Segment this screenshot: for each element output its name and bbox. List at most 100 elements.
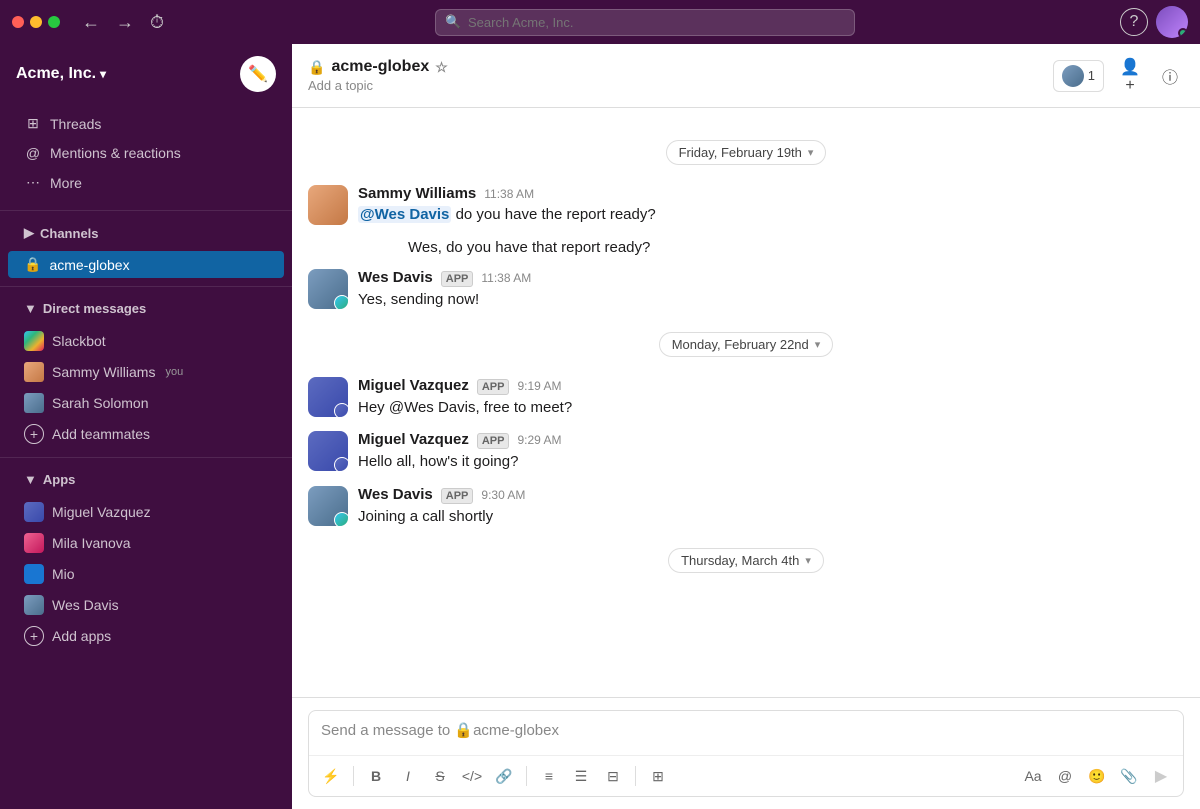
- members-button[interactable]: 1: [1053, 60, 1104, 92]
- close-dot[interactable]: [12, 16, 24, 28]
- sidebar-channel-acme-globex[interactable]: 🔒 acme-globex: [8, 251, 284, 278]
- threads-icon: ⊞: [24, 115, 42, 132]
- lightning-button[interactable]: ⚡: [317, 762, 345, 790]
- mention-button[interactable]: @: [1051, 762, 1079, 790]
- sidebar-divider-3: [0, 457, 292, 458]
- search-input[interactable]: [435, 9, 855, 36]
- message-group-wes2: Wes Davis APP 9:30 AM Joining a call sho…: [292, 482, 1200, 533]
- titlebar: ← → ⏱ 🔍 ?: [0, 0, 1200, 44]
- minimize-dot[interactable]: [30, 16, 42, 28]
- toolbar-divider-3: [635, 766, 636, 786]
- workspace-name[interactable]: Acme, Inc. ▾: [16, 65, 106, 83]
- compose-button[interactable]: ✏️: [240, 56, 276, 92]
- message-group-miguel2: Miguel Vazquez APP 9:29 AM Hello all, ho…: [292, 427, 1200, 478]
- channels-chevron-icon: ▶: [24, 225, 34, 241]
- msg-time-2: 11:38 AM: [481, 271, 531, 285]
- channel-lock-icon: 🔒: [308, 59, 325, 76]
- dm-section[interactable]: ▼ Direct messages: [8, 295, 284, 322]
- text-size-button[interactable]: Aa: [1019, 762, 1047, 790]
- channel-star-icon[interactable]: ☆: [435, 59, 448, 76]
- channel-name-wrap: 🔒 acme-globex ☆ Add a topic: [308, 58, 1045, 93]
- msg-text-1: @Wes Davis do you have the report ready?: [358, 204, 1184, 227]
- date-pill-friday[interactable]: Friday, February 19th ▾: [666, 140, 827, 165]
- mentions-icon: @: [24, 145, 42, 161]
- strikethrough-button[interactable]: S: [426, 762, 454, 790]
- message-group-miguel1: Miguel Vazquez APP 9:19 AM Hey @Wes Davi…: [292, 373, 1200, 424]
- msg-sender-wes1[interactable]: Wes Davis: [358, 269, 433, 286]
- forward-button[interactable]: →: [110, 8, 140, 37]
- msg-sender-miguel1[interactable]: Miguel Vazquez: [358, 377, 469, 394]
- sammy-avatar: [24, 362, 44, 382]
- app-mila[interactable]: Mila Ivanova: [8, 528, 284, 558]
- workspace-chevron-icon: ▾: [100, 67, 106, 81]
- date-divider-monday: Monday, February 22nd ▾: [292, 332, 1200, 357]
- dm-sammy[interactable]: Sammy Williams you: [8, 357, 284, 387]
- message-input[interactable]: Send a message to 🔒acme-globex: [309, 711, 1183, 755]
- toolbar-divider-2: [526, 766, 527, 786]
- channel-topic[interactable]: Add a topic: [308, 78, 1045, 93]
- sidebar-item-more[interactable]: ⋯ More: [8, 168, 284, 197]
- dm-sarah[interactable]: Sarah Solomon: [8, 388, 284, 418]
- msg-content-sammy1: Sammy Williams 11:38 AM @Wes Davis do yo…: [358, 185, 1184, 227]
- history-button[interactable]: ⏱: [144, 8, 170, 37]
- italic-button[interactable]: I: [394, 762, 422, 790]
- add-apps-item[interactable]: + Add apps: [8, 621, 284, 651]
- help-button[interactable]: ?: [1120, 8, 1148, 36]
- online-status: [1178, 28, 1188, 38]
- msg-header-miguel2: Miguel Vazquez APP 9:29 AM: [358, 431, 1184, 449]
- bold-button[interactable]: B: [362, 762, 390, 790]
- date-divider-thursday: Thursday, March 4th ▾: [292, 548, 1200, 573]
- blockquote-button[interactable]: ⊟: [599, 762, 627, 790]
- window-controls: [12, 16, 60, 28]
- member-count: 1: [1088, 68, 1095, 83]
- maximize-dot[interactable]: [48, 16, 60, 28]
- date-divider-friday: Friday, February 19th ▾: [292, 140, 1200, 165]
- msg-content-miguel2: Miguel Vazquez APP 9:29 AM Hello all, ho…: [358, 431, 1184, 474]
- app-wes[interactable]: Wes Davis: [8, 590, 284, 620]
- back-button[interactable]: ←: [76, 8, 106, 37]
- apps-section[interactable]: ▼ Apps: [8, 466, 284, 493]
- info-button[interactable]: ⓘ: [1156, 62, 1184, 90]
- sidebar-item-mentions[interactable]: @ Mentions & reactions: [8, 139, 284, 167]
- unordered-list-button[interactable]: ☰: [567, 762, 595, 790]
- message-group-wes1: Wes Davis APP 11:38 AM Yes, sending now!: [292, 265, 1200, 316]
- attachment-button[interactable]: 📎: [1115, 762, 1143, 790]
- dm-slackbot[interactable]: Slackbot: [8, 326, 284, 356]
- miguel-msg-avatar1: [308, 377, 348, 417]
- channels-section[interactable]: ▶ Channels: [8, 219, 284, 247]
- user-avatar[interactable]: [1156, 6, 1188, 38]
- search-icon: 🔍: [445, 14, 461, 30]
- code-button[interactable]: </>: [458, 762, 486, 790]
- content-area: 🔒 acme-globex ☆ Add a topic 1 👤+ ⓘ: [292, 44, 1200, 809]
- msg-sender-sammy[interactable]: Sammy Williams: [358, 185, 476, 202]
- mention-wes[interactable]: @Wes Davis: [358, 206, 451, 223]
- add-teammates-item[interactable]: + Add teammates: [8, 419, 284, 449]
- member-avatar-small: [1062, 65, 1084, 87]
- add-member-button[interactable]: 👤+: [1116, 62, 1144, 90]
- send-button[interactable]: ▶: [1147, 762, 1175, 790]
- channel-name[interactable]: acme-globex: [331, 58, 429, 76]
- sidebar-item-threads[interactable]: ⊞ Threads: [8, 109, 284, 138]
- you-badge: you: [165, 366, 183, 378]
- more-icon: ⋯: [24, 174, 42, 191]
- mio-app-avatar: [24, 564, 44, 584]
- date-pill-thursday[interactable]: Thursday, March 4th ▾: [668, 548, 824, 573]
- date-pill-monday[interactable]: Monday, February 22nd ▾: [659, 332, 834, 357]
- app-miguel[interactable]: Miguel Vazquez: [8, 497, 284, 527]
- msg-header-wes2: Wes Davis APP 9:30 AM: [358, 486, 1184, 504]
- table-button[interactable]: ⊞: [644, 762, 672, 790]
- mila-app-avatar: [24, 533, 44, 553]
- add-teammates-icon: +: [24, 424, 44, 444]
- link-button[interactable]: 🔗: [490, 762, 518, 790]
- app-mio[interactable]: Mio: [8, 559, 284, 589]
- msg-sender-miguel2[interactable]: Miguel Vazquez: [358, 431, 469, 448]
- ordered-list-button[interactable]: ≡: [535, 762, 563, 790]
- toolbar-divider-1: [353, 766, 354, 786]
- app-tag-wes1: APP: [441, 271, 474, 287]
- app-badge-wes: [334, 295, 348, 309]
- msg-content-wes1: Wes Davis APP 11:38 AM Yes, sending now!: [358, 269, 1184, 312]
- emoji-button[interactable]: 🙂: [1083, 762, 1111, 790]
- msg-sender-wes2[interactable]: Wes Davis: [358, 486, 433, 503]
- msg-header-wes1: Wes Davis APP 11:38 AM: [358, 269, 1184, 287]
- app-badge-wes2: [334, 512, 348, 526]
